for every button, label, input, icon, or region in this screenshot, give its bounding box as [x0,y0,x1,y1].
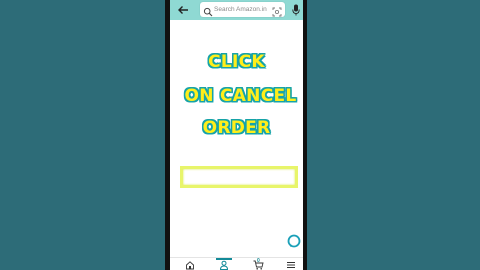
callout-line-click: CLICK [208,52,265,72]
home-icon [186,261,194,270]
bottom-navigation: 0 [170,257,303,270]
search-bar[interactable] [200,2,285,17]
app-screen: CLICK ON CANCEL ORDER [170,0,303,270]
cart-icon [253,260,264,270]
nav-menu[interactable] [283,259,299,270]
camera-scan-icon[interactable] [272,4,282,17]
callout-line-order: ORDER [202,118,271,138]
background-left [0,0,165,270]
nav-home[interactable] [182,259,198,270]
background-right [307,0,480,270]
search-icon [203,4,213,17]
search-input[interactable] [214,4,270,15]
nav-profile[interactable] [216,258,232,270]
cancel-order-highlight-box[interactable] [180,166,298,188]
microphone-icon[interactable] [291,3,301,17]
search-header [170,0,303,20]
callout-line-on-cancel: ON CANCEL [184,86,297,106]
phone-frame: CLICK ON CANCEL ORDER [165,0,307,270]
profile-icon [219,260,229,270]
nav-cart[interactable]: 0 [250,258,266,270]
menu-icon [287,262,295,268]
back-arrow-icon[interactable] [176,3,190,17]
alexa-icon[interactable] [287,234,301,248]
